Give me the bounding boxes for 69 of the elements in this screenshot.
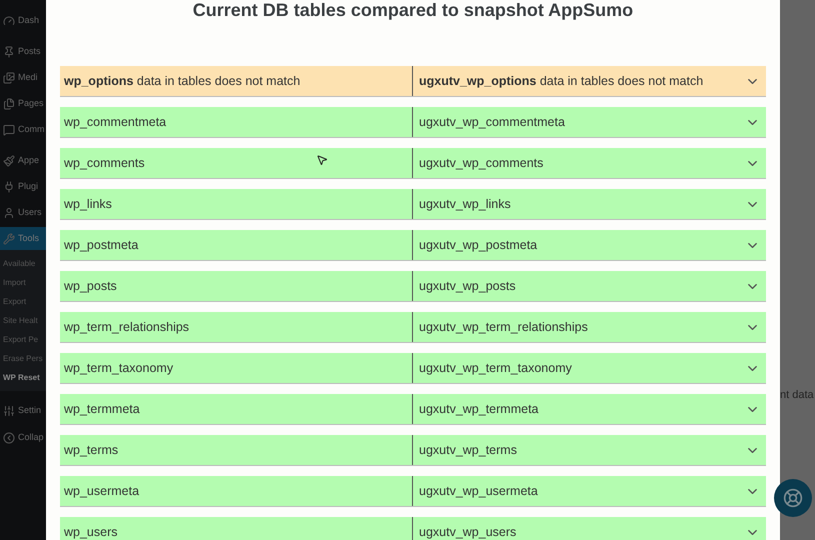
table-row[interactable]: wp_users ugxutv_wp_users — [60, 517, 766, 540]
table-row[interactable]: wp_terms ugxutv_wp_terms — [60, 435, 766, 466]
sidebar-item[interactable]: Posts — [0, 40, 46, 63]
snapshot-table-name: ugxutv_wp_options data in tables does not match — [419, 72, 704, 90]
current-table-name: wp_comments — [64, 154, 145, 172]
sidebar-item[interactable]: Collap — [0, 426, 46, 449]
sidebar-item[interactable]: Pages — [0, 92, 46, 115]
speech-bubble-icon — [3, 124, 15, 136]
submenu-item[interactable]: Available — [0, 254, 46, 273]
pages-icon — [3, 98, 15, 110]
table-row[interactable]: wp_term_relationships ugxutv_wp_term_relationships — [60, 312, 766, 343]
snapshot-table-name: ugxutv_wp_links — [419, 196, 511, 213]
sidebar-item[interactable]: Users — [0, 201, 46, 224]
snapshot-table-name: ugxutv_wp_posts — [419, 278, 516, 295]
submenu-item[interactable]: Export Pe — [0, 330, 46, 349]
cursor-icon — [316, 154, 328, 166]
table-row[interactable]: wp_postmeta ugxutv_wp_postmeta — [60, 230, 766, 261]
current-table-name: wp_usermeta — [64, 482, 140, 500]
sidebar-item[interactable]: Medi — [0, 66, 46, 89]
wrench-icon — [3, 232, 15, 244]
snapshot-table-name: ugxutv_wp_terms — [419, 442, 517, 459]
sliders-icon — [3, 404, 15, 416]
current-table-name: wp_term_relationships — [64, 318, 190, 336]
table-row[interactable]: wp_comments ugxutv_wp_comments — [60, 148, 766, 179]
snapshot-table-name: ugxutv_wp_usermeta — [419, 482, 538, 500]
table-row[interactable]: wp_term_taxonomy ugxutv_wp_term_taxonomy — [60, 353, 766, 384]
lifebuoy-icon — [783, 488, 803, 508]
brush-icon — [3, 154, 15, 166]
current-table-name: wp_terms — [64, 442, 118, 459]
current-table-name: wp_termmeta — [64, 400, 140, 418]
snapshot-table-name: ugxutv_wp_comments — [419, 154, 544, 172]
submenu-item[interactable]: Import — [0, 273, 46, 292]
current-table-name: wp_links — [64, 196, 112, 213]
dashboard-icon — [3, 14, 15, 26]
table-row[interactable]: wp_usermeta ugxutv_wp_usermeta — [60, 476, 766, 507]
current-table-name: wp_postmeta — [64, 236, 138, 254]
table-row[interactable]: wp_commentmeta ugxutv_wp_commentmeta — [60, 107, 766, 138]
submenu-item[interactable]: Export — [0, 292, 46, 311]
current-table-name: wp_posts — [64, 278, 117, 295]
table-row[interactable]: wp_termmeta ugxutv_wp_termmeta — [60, 394, 766, 425]
current-table-name: wp_term_taxonomy — [64, 360, 174, 377]
snapshot-table-name: ugxutv_wp_term_relationships — [419, 318, 588, 336]
plug-icon — [3, 180, 15, 192]
user-icon — [3, 206, 15, 218]
pin-icon — [3, 46, 15, 58]
sidebar-item[interactable]: Comm — [0, 118, 46, 141]
help-button[interactable] — [774, 479, 812, 517]
snapshot-table-name: ugxutv_wp_commentmeta — [419, 114, 565, 131]
snapshot-table-name: ugxutv_wp_users — [419, 524, 516, 540]
table-row[interactable]: wp_links ugxutv_wp_links — [60, 189, 766, 220]
snapshot-table-name: ugxutv_wp_termmeta — [419, 400, 539, 418]
background-text: nt data — [780, 388, 815, 403]
sidebar-item[interactable]: Tools — [0, 227, 46, 250]
sidebar-item[interactable]: Plugi — [0, 175, 46, 198]
snapshot-table-name: ugxutv_wp_term_taxonomy — [419, 360, 572, 377]
collapse-icon — [3, 432, 15, 444]
submenu-item[interactable]: Erase Pers — [0, 349, 46, 368]
images-icon — [3, 72, 15, 84]
current-table-name: wp_options data in tables does not match — [64, 72, 300, 90]
sidebar-item[interactable]: Settin — [0, 399, 46, 422]
submenu-item[interactable]: Site Healt — [0, 311, 46, 330]
snapshot-table-name: ugxutv_wp_postmeta — [419, 236, 538, 254]
current-table-name: wp_commentmeta — [64, 114, 166, 131]
modal-title: Current DB tables compared to snapshot AppSumo — [192, 0, 634, 22]
submenu-item[interactable]: WP Reset — [0, 368, 46, 387]
current-table-name: wp_users — [64, 524, 118, 540]
sidebar-item[interactable]: Dash — [0, 9, 46, 32]
sidebar-item[interactable]: Appe — [0, 149, 46, 172]
table-row[interactable]: wp_posts ugxutv_wp_posts — [60, 271, 766, 302]
